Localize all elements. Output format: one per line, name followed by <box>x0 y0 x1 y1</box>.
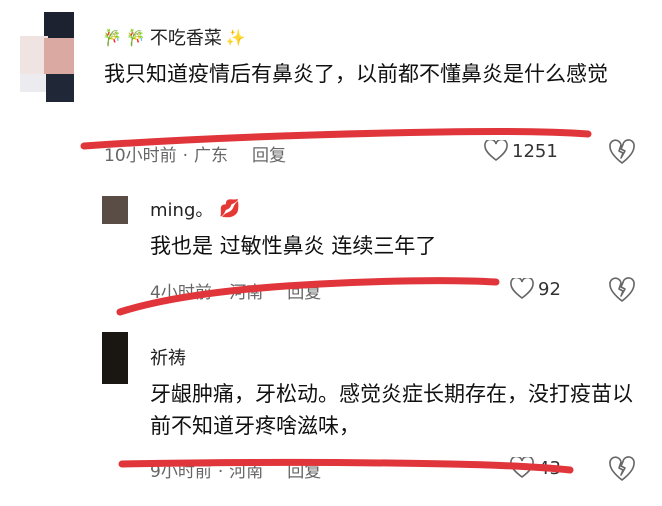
comment-text: 牙龈肿痛，牙松动。感觉炎症长期存在，没打疫苗以前不知道牙疼啥滋味， <box>150 382 633 438</box>
reply-button[interactable]: 回复 <box>287 462 321 482</box>
avatar[interactable] <box>102 196 128 224</box>
like-count: 1251 <box>512 140 558 162</box>
comment-meta: 9小时前 · 河南 回复 <box>150 462 322 482</box>
heart-outline-icon <box>510 457 534 479</box>
like-count: 43 <box>538 457 561 479</box>
username-row: 祈祷 <box>150 344 186 370</box>
like-button[interactable]: 1251 <box>484 140 558 162</box>
comment-meta: 4小时前 · 河南 回复 <box>150 283 322 303</box>
like-button[interactable]: 92 <box>510 278 561 300</box>
username[interactable]: 祈祷 <box>150 348 186 369</box>
username-row: ming。 💋 <box>150 196 241 222</box>
broken-heart-icon[interactable] <box>608 138 636 166</box>
like-button[interactable]: 43 <box>510 457 561 479</box>
comment-location: 河南 <box>229 283 264 303</box>
heart-outline-icon <box>510 278 534 300</box>
username[interactable]: ming。 <box>150 196 213 222</box>
broken-heart-icon[interactable] <box>608 455 636 483</box>
username-row: 🎋 🎋 不吃香菜 ✨ <box>102 24 246 50</box>
sparkle-icon: ✨ <box>225 27 246 47</box>
comment-time: 10小时前 <box>104 146 177 166</box>
lips-icon: 💋 <box>219 199 241 219</box>
like-count: 92 <box>538 278 561 300</box>
broken-heart-icon[interactable] <box>608 276 636 304</box>
heart-outline-icon <box>484 140 508 162</box>
username[interactable]: 不吃香菜 <box>150 24 222 50</box>
comment-text: 我也是 过敏性鼻炎 连续三年了 <box>150 234 437 258</box>
reply-button[interactable]: 回复 <box>287 283 321 303</box>
avatar[interactable] <box>102 332 128 384</box>
reply-button[interactable]: 回复 <box>252 146 286 166</box>
sticker-icon: 🎋 <box>102 27 122 47</box>
comment-location: 河南 <box>229 462 264 482</box>
comment-text: 我只知道疫情后有鼻炎了，以前都不懂鼻炎是什么感觉 <box>104 62 608 86</box>
comment-time: 9小时前 <box>150 462 212 482</box>
sticker-icon: 🎋 <box>125 27 146 47</box>
comment-time: 4小时前 <box>150 283 212 303</box>
comment-location: 广东 <box>194 146 229 166</box>
avatar[interactable] <box>20 12 78 102</box>
comment-meta: 10小时前 · 广东 回复 <box>104 146 287 166</box>
